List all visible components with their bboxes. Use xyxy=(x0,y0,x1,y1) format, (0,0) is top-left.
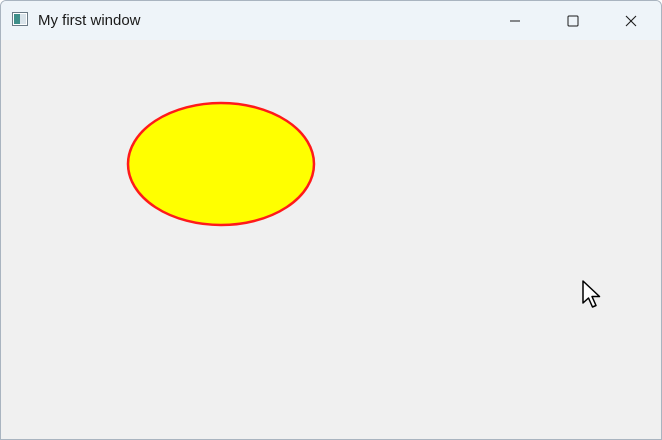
close-button[interactable] xyxy=(602,1,660,40)
close-icon xyxy=(625,15,637,26)
window-title: My first window xyxy=(38,12,141,29)
title-bar[interactable]: My first window xyxy=(1,1,661,40)
maximize-button[interactable] xyxy=(544,1,602,40)
maximize-icon xyxy=(567,15,579,26)
minimize-icon xyxy=(510,20,520,21)
minimize-button[interactable] xyxy=(486,1,544,40)
yellow-ellipse xyxy=(126,101,316,227)
app-window-icon xyxy=(12,12,28,26)
drawing-canvas[interactable] xyxy=(1,40,661,439)
mouse-pointer-icon xyxy=(582,280,601,308)
canvas-svg xyxy=(126,101,316,227)
app-window: My first window xyxy=(0,0,662,440)
